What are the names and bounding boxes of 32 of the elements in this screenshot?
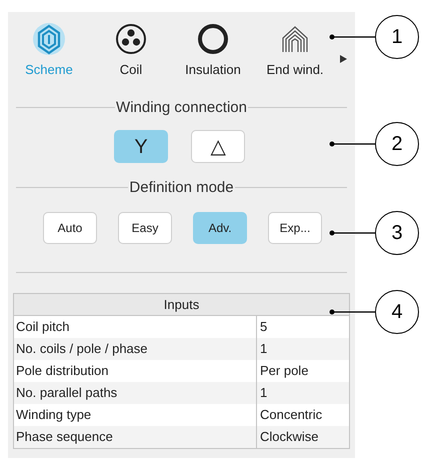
table-cell-text: 1 <box>259 340 268 358</box>
option-button[interactable]: △ <box>191 130 245 163</box>
arch-lines-icon <box>280 24 310 54</box>
table-cell-text: Concentric <box>259 406 322 424</box>
scroll-right-icon[interactable] <box>340 55 347 63</box>
callout-number: 3 <box>375 211 419 255</box>
tab[interactable]: Coil <box>90 22 172 80</box>
table-cell: Phase sequence <box>14 426 257 448</box>
three-dot-circle-icon <box>115 23 147 55</box>
leader-line <box>329 141 375 147</box>
section-heading: Winding connection <box>115 100 248 115</box>
table-header: Inputs <box>14 294 349 316</box>
tab[interactable]: End wind. <box>254 22 336 80</box>
table-cell-text: 1 <box>259 384 268 402</box>
tab[interactable]: Insulation <box>172 22 254 80</box>
option-button[interactable]: Easy <box>118 212 172 244</box>
callout-number: 2 <box>375 122 419 166</box>
leader-line <box>329 34 375 40</box>
callout-number: 1 <box>375 15 419 59</box>
table-cell-text: Clockwise <box>259 428 319 446</box>
option-button[interactable]: Y <box>114 130 168 163</box>
hexagon-coil-icon <box>32 22 66 56</box>
leader-line <box>329 309 375 315</box>
option-button[interactable]: Exp... <box>268 212 322 244</box>
option-button[interactable]: Auto <box>43 212 97 244</box>
option-button[interactable]: Adv. <box>193 212 247 244</box>
section-heading: Definition mode <box>128 180 235 195</box>
table-cell-text: Per pole <box>259 362 308 380</box>
table-cell-text: 5 <box>259 318 268 336</box>
leader-line <box>329 230 375 236</box>
callout-number: 4 <box>375 290 419 334</box>
ring-icon <box>197 23 229 55</box>
